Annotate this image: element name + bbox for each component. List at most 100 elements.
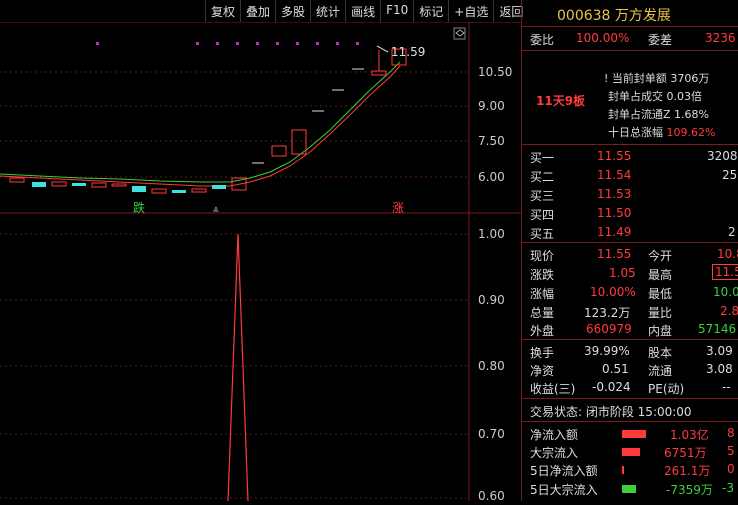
weibi-label: 委比: [530, 33, 555, 47]
quote-value: 10.0: [713, 285, 738, 299]
bid-price[interactable]: 11.53: [597, 187, 631, 201]
lower-axis-tick: 0.70: [478, 427, 505, 441]
seal-item-label: 当前封单额: [611, 72, 667, 85]
quote-label: 内盘: [648, 324, 673, 338]
bid-label: 买一: [530, 151, 555, 165]
seal-item-value: 1.68%: [674, 108, 709, 121]
weicha-label: 委差: [648, 33, 673, 47]
flow-bar: [622, 485, 636, 493]
quote-label: 今开: [648, 249, 673, 263]
quote-value: 123.2万: [584, 306, 631, 320]
flow-pct: 8: [727, 426, 735, 440]
quote-label: 涨幅: [530, 287, 555, 301]
bid-volume: 2: [728, 225, 736, 239]
flow-bar: [622, 466, 624, 474]
bid-price[interactable]: 11.54: [597, 168, 631, 182]
weicha-value: 3236: [705, 31, 736, 45]
bid-label: 买四: [530, 208, 555, 222]
kline-chart[interactable]: 10.50 9.00 7.50 6.00 1.00 0.90 0.80 0.70…: [0, 21, 521, 503]
upper-axis-tick: 9.00: [478, 99, 505, 113]
quote-label: 最低: [648, 287, 673, 301]
restore-rights-button[interactable]: 复权: [205, 0, 240, 22]
multi-stock-button[interactable]: 多股: [275, 0, 310, 22]
lower-axis-tick: 0.60: [478, 489, 505, 501]
quote-label: 现价: [530, 249, 555, 263]
quote-value: 1.05: [609, 266, 636, 280]
stat-value: 3.08: [706, 362, 733, 376]
quote-value: 10.8: [717, 247, 738, 261]
candlesticks: [9, 48, 407, 194]
seal-item: 封单占流通Z 1.68%: [608, 106, 709, 122]
flow-label: 5日大宗流入: [530, 483, 598, 497]
stat-value: 39.99%: [584, 344, 630, 358]
kline-chart-area[interactable]: 10.50 9.00 7.50 6.00 1.00 0.90 0.80 0.70…: [0, 21, 521, 503]
stat-value: --: [722, 380, 731, 394]
quote-label: 总量: [530, 306, 555, 320]
stat-value: 3.09: [706, 344, 733, 358]
seal-item-value: 0.03倍: [666, 90, 703, 103]
flow-value: 6751万: [664, 446, 707, 460]
flow-value: 261.1万: [664, 464, 711, 478]
statistics-button[interactable]: 统计: [310, 0, 345, 22]
bid-price[interactable]: 11.50: [597, 206, 631, 220]
seal-dot-icon: !: [604, 72, 609, 85]
add-watchlist-button[interactable]: +自选: [448, 0, 493, 22]
ma-line-red: [0, 65, 401, 187]
lower-axis-tick: 0.90: [478, 293, 505, 307]
quote-panel: 000638 万方发展 委比 100.00% 委差 3236 11天9板 ! 当…: [521, 0, 738, 501]
flow-value: -7359万: [666, 483, 713, 497]
quote-label: 外盘: [530, 324, 555, 338]
upper-axis-tick: 6.00: [478, 170, 505, 184]
quote-value: 57146: [698, 322, 737, 336]
lower-axis-tick: 1.00: [478, 227, 505, 241]
flow-bar: [622, 430, 646, 438]
fall-signal-label: 跌: [133, 200, 145, 215]
flow-label: 5日净流入额: [530, 464, 598, 478]
flow-pct: 5: [727, 444, 735, 458]
seal-item-label: 封单占成交: [608, 90, 663, 103]
quote-value: 660979: [586, 322, 632, 336]
seal-item-label: 十日总涨幅: [608, 126, 663, 139]
quote-value: 10.00%: [590, 285, 636, 299]
upper-axis-tick: 10.50: [478, 65, 512, 79]
flow-bar: [622, 448, 640, 456]
flow-label: 大宗流入: [530, 446, 579, 460]
draw-line-button[interactable]: 画线: [345, 0, 380, 22]
bid-label: 买五: [530, 227, 555, 241]
quote-label: 涨跌: [530, 268, 555, 282]
mark-button[interactable]: 标记: [413, 0, 448, 22]
bid-price[interactable]: 11.55: [597, 149, 631, 163]
seal-item-value: 109.62%: [666, 126, 716, 139]
upper-axis-tick: 7.50: [478, 134, 505, 148]
trade-status: 交易状态: 闭市阶段 15:00:00: [530, 405, 692, 419]
seal-item: 封单占成交 0.03倍: [608, 88, 702, 104]
stat-label: 净资: [530, 364, 555, 378]
indicator-line: [227, 233, 249, 502]
stat-label: 收益(三): [530, 382, 576, 396]
collapse-icon[interactable]: [453, 27, 466, 40]
signal-markers: [96, 42, 359, 45]
flow-value: 1.03亿: [670, 428, 709, 442]
flow-label: 净流入额: [530, 428, 579, 442]
stat-value: -0.024: [592, 380, 631, 394]
seal-item: ! 当前封单额 3706万: [604, 70, 709, 86]
bid-price[interactable]: 11.49: [597, 225, 631, 239]
bid-label: 买三: [530, 189, 555, 203]
stat-value: 0.51: [602, 362, 629, 376]
overlay-button[interactable]: 叠加: [240, 0, 275, 22]
flow-pct: 0: [727, 462, 735, 476]
quote-label: 量比: [648, 306, 673, 320]
quote-value: 11.55: [597, 247, 632, 261]
seal-item: 十日总涨幅 109.62%: [608, 124, 715, 140]
stat-label: 换手: [530, 346, 555, 360]
triangle-marker-icon: ⩓: [213, 204, 219, 215]
quote-value: 11.5: [712, 264, 738, 280]
seal-item-label: 封单占流通Z: [608, 108, 671, 121]
stat-label: 股本: [648, 346, 673, 360]
f10-button[interactable]: F10: [380, 0, 413, 22]
weibi-value: 100.00%: [576, 31, 630, 45]
high-price-label: 11.59: [391, 45, 425, 59]
bid-volume: 25: [722, 168, 738, 182]
stat-label: PE(动): [648, 382, 685, 396]
stat-label: 流通: [648, 364, 673, 378]
